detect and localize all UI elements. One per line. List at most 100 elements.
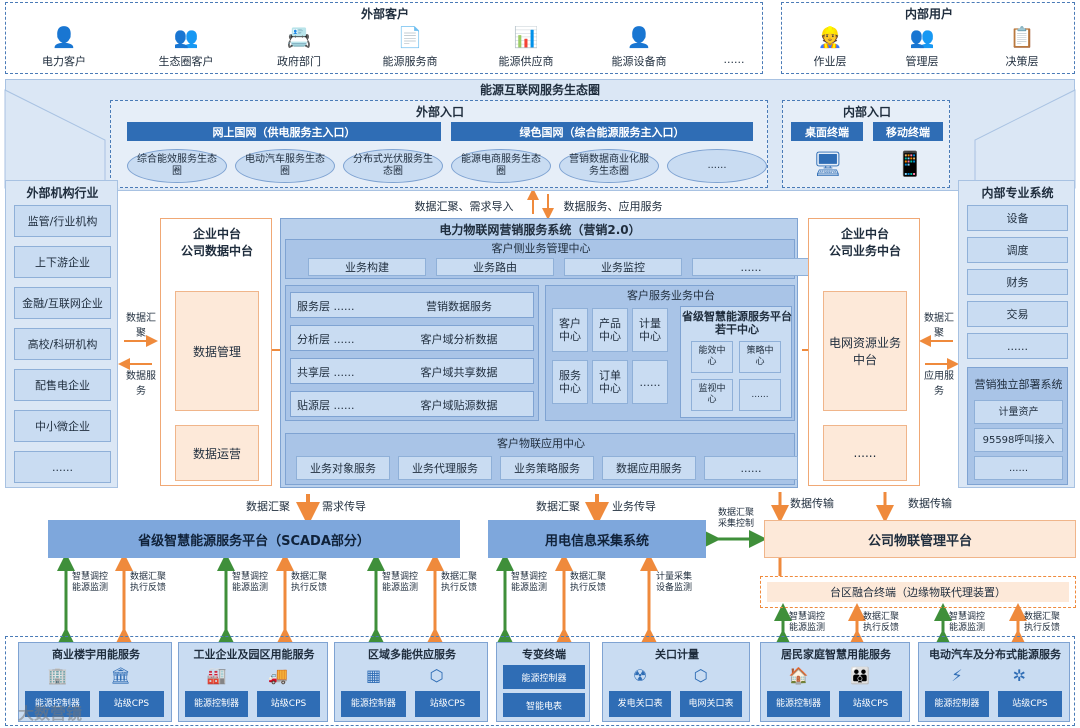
marketing-standalone-item[interactable]: 计量资产 bbox=[974, 400, 1063, 424]
internal-user-item[interactable]: 📋 决策层 bbox=[982, 23, 1062, 73]
bottom-service-box[interactable]: 能源控制器 bbox=[503, 665, 585, 689]
csb-item[interactable]: 客户中心 bbox=[552, 308, 588, 352]
prov-item[interactable]: ...... bbox=[739, 379, 781, 411]
biz-mgmt-item[interactable]: 业务路由 bbox=[436, 258, 554, 276]
factory-icon: 🏭 bbox=[206, 666, 227, 685]
csb-item[interactable]: 产品中心 bbox=[592, 308, 628, 352]
eco-circle[interactable]: 营销数据商业化服务生态圈 bbox=[559, 149, 659, 183]
external-institution-item[interactable]: 配售电企业 bbox=[14, 369, 111, 401]
eco-circle[interactable]: ...... bbox=[667, 149, 767, 183]
bottom-service-title: 商业楼宇用能服务 bbox=[52, 648, 140, 661]
bottom-service-card[interactable]: 区域多能供应服务 ▦ ⬡ 能源控制器 站级CPS bbox=[334, 642, 488, 722]
mobile-terminal[interactable]: 移动终端 bbox=[873, 122, 943, 141]
internal-system-item[interactable]: 调度 bbox=[967, 237, 1068, 263]
data-operation-box[interactable]: 数据运营 bbox=[175, 425, 259, 481]
external-customer-item[interactable]: 📇 政府部门 bbox=[254, 23, 344, 73]
prov-item[interactable]: 策略中心 bbox=[739, 341, 781, 373]
biz-mgmt-item[interactable]: ...... bbox=[692, 258, 810, 276]
bottom-service-card[interactable]: 居民家庭智慧用能服务 🏠 👪 能源控制器 站级CPS bbox=[760, 642, 910, 722]
iot-item[interactable]: 数据应用服务 bbox=[602, 456, 696, 480]
edge-terminal[interactable]: 台区融合终端（边缘物联代理装置） bbox=[767, 582, 1069, 602]
csb-item[interactable]: 服务中心 bbox=[552, 360, 588, 404]
bottom-service-card[interactable]: 关口计量 ☢ ⬡ 发电关口表 电网关口表 bbox=[602, 642, 750, 722]
wsgw-entry[interactable]: 网上国网（供电服务主入口） bbox=[127, 122, 441, 141]
bottom-service-box[interactable]: 能源控制器 bbox=[925, 691, 989, 717]
data-layer-row[interactable]: 服务层 ...... 营销数据服务 bbox=[290, 292, 534, 318]
internal-users-panel: 内部用户 👷 作业层 👥 管理层 📋 决策层 bbox=[781, 2, 1075, 74]
external-institution-item[interactable]: 中小微企业 bbox=[14, 410, 111, 442]
lower-flow-label: 数据汇聚执行反馈 bbox=[291, 572, 328, 593]
external-customer-item[interactable]: 📄 能源服务商 bbox=[365, 23, 455, 73]
iot-item[interactable]: ...... bbox=[704, 456, 798, 480]
external-institution-item[interactable]: 金融/互联网企业 bbox=[14, 287, 111, 319]
desktop-terminal[interactable]: 桌面终端 bbox=[791, 122, 863, 141]
external-institution-item[interactable]: ...... bbox=[14, 451, 111, 483]
marketing-standalone-item[interactable]: ...... bbox=[974, 456, 1063, 480]
worker-icon: 👷 bbox=[817, 25, 843, 49]
bottom-service-box[interactable]: 智能电表 bbox=[503, 693, 585, 717]
csb-item[interactable]: 计量中心 bbox=[632, 308, 668, 352]
bottom-service-box[interactable]: 能源控制器 bbox=[185, 691, 248, 717]
internal-system-item[interactable]: 交易 bbox=[967, 301, 1068, 327]
internal-system-item[interactable]: ...... bbox=[967, 333, 1068, 359]
external-customer-item[interactable]: ...... bbox=[689, 23, 779, 73]
bottom-service-box[interactable]: 能源控制器 bbox=[341, 691, 406, 717]
data-layer-row[interactable]: 共享层 ...... 客户域共享数据 bbox=[290, 358, 534, 384]
internal-user-item[interactable]: 👥 管理层 bbox=[882, 23, 962, 73]
data-layer-row[interactable]: 分析层 ...... 客户域分析数据 bbox=[290, 325, 534, 351]
bottom-service-box[interactable]: 站级CPS bbox=[257, 691, 320, 717]
eco-circle[interactable]: 能源电商服务生态圈 bbox=[451, 149, 551, 183]
collection-system[interactable]: 用电信息采集系统 bbox=[488, 520, 706, 558]
external-customer-item[interactable]: 👤 能源设备商 bbox=[594, 23, 684, 73]
bottom-service-box[interactable]: 站级CPS bbox=[998, 691, 1062, 717]
external-institution-item[interactable]: 监管/行业机构 bbox=[14, 205, 111, 237]
marketing-standalone-item[interactable]: 95598呼叫接入 bbox=[974, 428, 1063, 452]
bottom-service-box[interactable]: 电网关口表 bbox=[679, 691, 743, 717]
bottom-service-card[interactable]: 工业企业及园区用能服务 🏭 🚚 能源控制器 站级CPS bbox=[178, 642, 328, 722]
external-institution-item[interactable]: 上下游企业 bbox=[14, 246, 111, 278]
grid-resource-box[interactable]: 电网资源业务中台 bbox=[823, 291, 907, 411]
data-management-box[interactable]: 数据管理 bbox=[175, 291, 259, 411]
data-layer-row[interactable]: 贴源层 ...... 客户域贴源数据 bbox=[290, 391, 534, 417]
eco-circle[interactable]: 电动汽车服务生态圈 bbox=[235, 149, 335, 183]
lower-flow-label: 数据汇聚执行反馈 bbox=[570, 572, 607, 593]
data-layer-name: 分析层 ...... bbox=[297, 333, 355, 346]
biz-mgmt-item[interactable]: 业务监控 bbox=[564, 258, 682, 276]
csb-item[interactable]: ...... bbox=[632, 360, 668, 404]
bottom-service-box[interactable]: 能源控制器 bbox=[767, 691, 830, 717]
external-customer-label: 电力客户 bbox=[42, 55, 86, 68]
external-customers-panel: 外部客户 👤 电力客户 👥 生态圈客户 📇 政府部门 📄 能源服务商 📊 能源供应商 👤 能源设备商.… bbox=[5, 2, 763, 74]
iot-item[interactable]: 业务代理服务 bbox=[398, 456, 492, 480]
csb-item[interactable]: 订单中心 bbox=[592, 360, 628, 404]
iot-item[interactable]: 业务对象服务 bbox=[296, 456, 390, 480]
biz-mgmt-item[interactable]: 业务构建 bbox=[308, 258, 426, 276]
bottom-service-card[interactable]: 电动汽车及分布式能源服务 ⚡ ✲ 能源控制器 站级CPS bbox=[918, 642, 1070, 722]
internal-user-item[interactable]: 👷 作业层 bbox=[790, 23, 870, 73]
bottom-service-box[interactable]: 站级CPS bbox=[415, 691, 480, 717]
internal-system-item[interactable]: 设备 bbox=[967, 205, 1068, 231]
csb-title: 客户服务业务中台 bbox=[627, 289, 715, 302]
bottom-service-box[interactable]: 发电关口表 bbox=[609, 691, 672, 717]
iot-item[interactable]: 业务策略服务 bbox=[500, 456, 594, 480]
scada-platform[interactable]: 省级智慧能源服务平台（SCADA部分） bbox=[48, 520, 460, 558]
prov-item[interactable]: 监视中心 bbox=[691, 379, 733, 411]
green-grid-entry[interactable]: 绿色国网（综合能源服务主入口） bbox=[451, 122, 753, 141]
external-customer-label: 能源服务商 bbox=[382, 55, 438, 68]
iot-management-platform[interactable]: 公司物联管理平台 bbox=[764, 520, 1076, 558]
prov-item[interactable]: 能效中心 bbox=[691, 341, 733, 373]
eco-circle[interactable]: 综合能效服务生态圈 bbox=[127, 149, 227, 183]
bank-icon: 🏛 bbox=[110, 666, 131, 685]
external-institution-item[interactable]: 高校/科研机构 bbox=[14, 328, 111, 360]
business-more-box[interactable]: ...... bbox=[823, 425, 907, 481]
eco-circle[interactable]: 分布式光伏服务生态圈 bbox=[343, 149, 443, 183]
external-customer-item[interactable]: 👤 电力客户 bbox=[19, 23, 109, 73]
internal-systems-title: 内部专业系统 bbox=[981, 185, 1054, 200]
external-customer-item[interactable]: 📊 能源供应商 bbox=[481, 23, 571, 73]
internal-system-item[interactable]: 财务 bbox=[967, 269, 1068, 295]
bottom-service-box[interactable]: 站级CPS bbox=[839, 691, 902, 717]
business-middle-platform: 企业中台 公司业务中台 电网资源业务中台 ...... bbox=[808, 218, 920, 486]
bottom-service-card[interactable]: 专变终端 能源控制器 智能电表 bbox=[496, 642, 590, 722]
external-customer-item[interactable]: 👥 生态圈客户 bbox=[141, 23, 231, 73]
flow-right-label: 数据服务、应用服务 bbox=[563, 200, 663, 213]
external-customer-label: 能源设备商 bbox=[611, 55, 667, 68]
